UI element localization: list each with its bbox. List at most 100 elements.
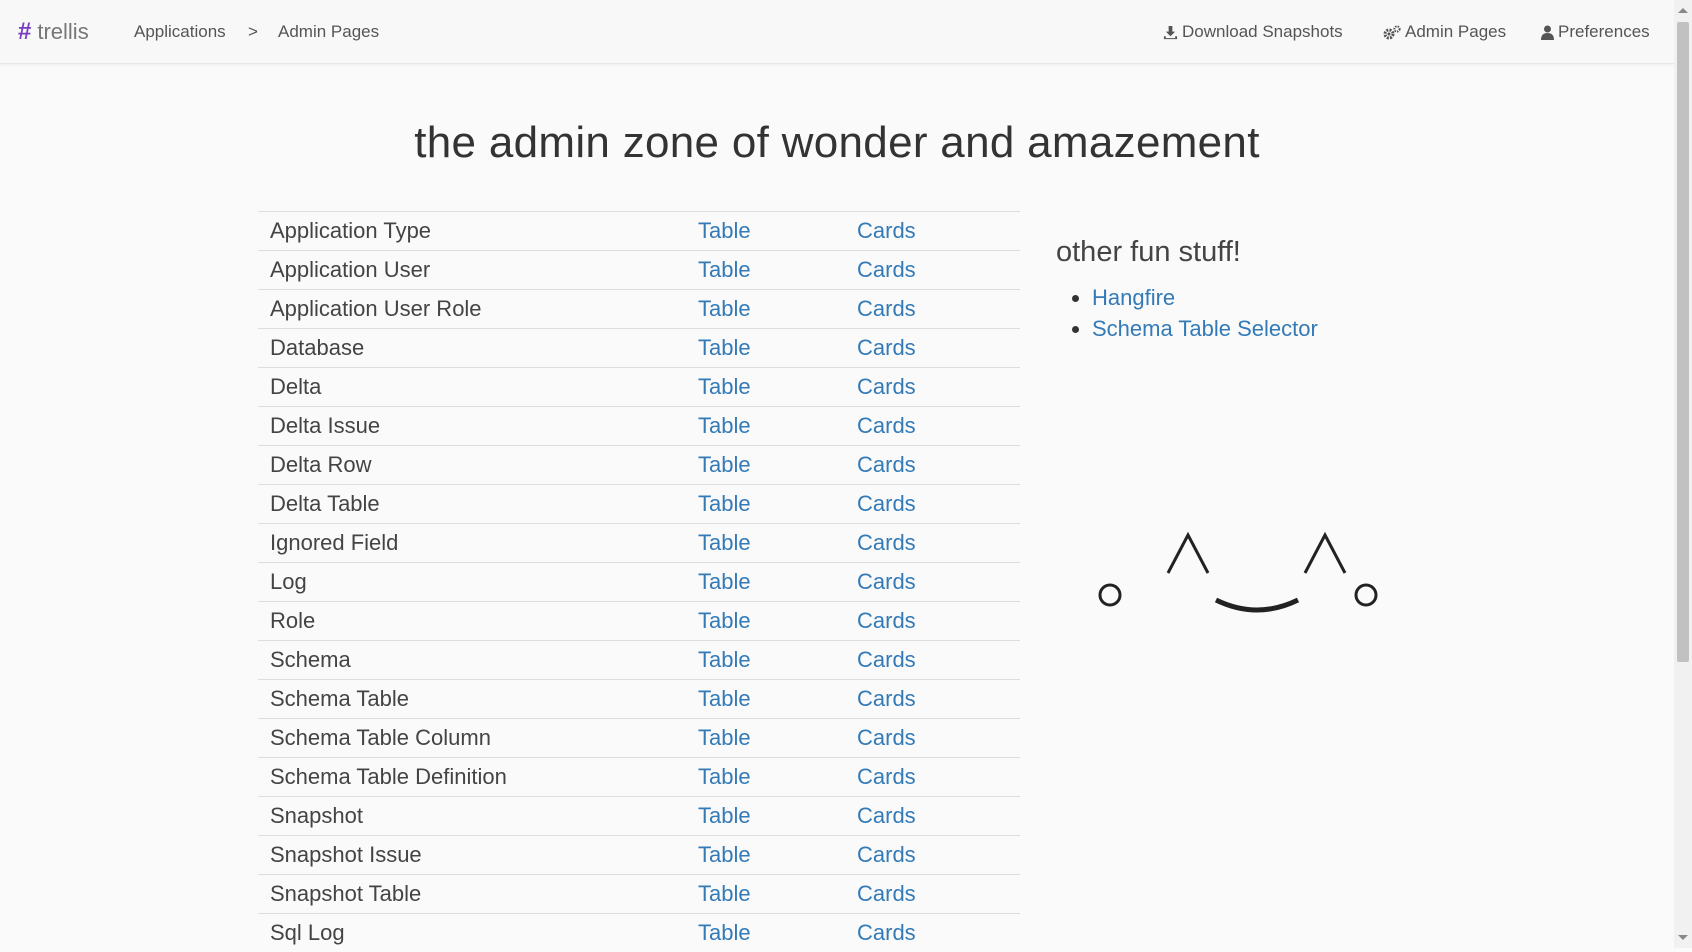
table-row: Snapshot TableTable Cards xyxy=(258,875,1020,914)
entity-name: Log xyxy=(258,563,698,602)
table-row: Application UserTableCards xyxy=(258,251,1020,290)
entity-name: Schema Table Definition xyxy=(258,758,698,797)
entity-name: Application User Role xyxy=(258,290,698,329)
brand-name: trellis xyxy=(37,19,88,45)
table-view-link[interactable]: Table xyxy=(698,569,751,594)
download-snapshots-label: Download Snapshots xyxy=(1182,22,1343,42)
fun-links-list: Hangfire Schema Table Selector xyxy=(1052,282,1318,344)
table-view-link[interactable]: Table xyxy=(698,257,751,282)
brand-logo[interactable]: # trellis xyxy=(18,18,89,46)
cards-view-link[interactable]: Cards xyxy=(857,413,916,438)
preferences-label: Preferences xyxy=(1558,22,1650,42)
table-row: SnapshotTable Cards xyxy=(258,797,1020,836)
cards-view-link[interactable]: Cards xyxy=(857,218,916,243)
table-row: Delta RowTable Cards xyxy=(258,446,1020,485)
cards-view-link[interactable]: Cards xyxy=(857,920,916,945)
list-item: Hangfire xyxy=(1092,282,1318,313)
table-row: Delta IssueTable Cards xyxy=(258,407,1020,446)
table-view-link[interactable]: Table xyxy=(698,530,751,555)
cards-view-link[interactable]: Cards xyxy=(857,725,916,750)
cards-view-link[interactable]: Cards xyxy=(857,257,916,282)
preferences-link[interactable]: Preferences xyxy=(1541,22,1650,42)
table-view-link[interactable]: Table xyxy=(698,725,751,750)
entity-name: Database xyxy=(258,329,698,368)
cards-view-link[interactable]: Cards xyxy=(857,530,916,555)
entity-name: Snapshot Issue xyxy=(258,836,698,875)
entity-name: Delta xyxy=(258,368,698,407)
cards-view-link[interactable]: Cards xyxy=(857,608,916,633)
entity-name: Ignored Field xyxy=(258,524,698,563)
table-row: Schema TableTable Cards xyxy=(258,680,1020,719)
smiley-face-illustration xyxy=(1090,515,1380,625)
table-row: Ignored FieldTable Cards xyxy=(258,524,1020,563)
table-view-link[interactable]: Table xyxy=(698,803,751,828)
table-view-link[interactable]: Table xyxy=(698,218,751,243)
table-view-link[interactable]: Table xyxy=(698,413,751,438)
schema-table-selector-link[interactable]: Schema Table Selector xyxy=(1092,316,1318,341)
sidebar-title: other fun stuff! xyxy=(1056,236,1241,269)
entity-name: Snapshot xyxy=(258,797,698,836)
page-title: the admin zone of wonder and amazement xyxy=(0,118,1674,168)
cards-view-link[interactable]: Cards xyxy=(857,881,916,906)
entity-name: Delta Row xyxy=(258,446,698,485)
cards-view-link[interactable]: Cards xyxy=(857,569,916,594)
cards-view-link[interactable]: Cards xyxy=(857,452,916,477)
entity-name: Snapshot Table xyxy=(258,875,698,914)
entity-name: Application Type xyxy=(258,212,698,251)
admin-entity-table: Application TypeTableCardsApplication Us… xyxy=(258,211,1020,952)
download-icon xyxy=(1163,25,1178,40)
breadcrumb-admin-pages[interactable]: Admin Pages xyxy=(278,22,379,42)
entity-name: Delta Table xyxy=(258,485,698,524)
table-row: RoleTableCards xyxy=(258,602,1020,641)
table-view-link[interactable]: Table xyxy=(698,920,751,945)
cards-view-link[interactable]: Cards xyxy=(857,335,916,360)
breadcrumb-applications[interactable]: Applications xyxy=(134,22,226,42)
table-view-link[interactable]: Table xyxy=(698,686,751,711)
scrollbar-thumb[interactable] xyxy=(1677,22,1689,662)
cards-view-link[interactable]: Cards xyxy=(857,491,916,516)
table-view-link[interactable]: Table xyxy=(698,608,751,633)
scroll-up-icon[interactable] xyxy=(1678,8,1688,13)
table-row: LogTable Cards xyxy=(258,563,1020,602)
vertical-scrollbar[interactable] xyxy=(1674,0,1692,948)
scroll-down-icon[interactable] xyxy=(1678,935,1688,940)
entity-name: Schema Table Column xyxy=(258,719,698,758)
table-view-link[interactable]: Table xyxy=(698,647,751,672)
table-row: Sql LogTable Cards xyxy=(258,914,1020,952)
table-row: Schema Table ColumnTable Cards xyxy=(258,719,1020,758)
table-view-link[interactable]: Table xyxy=(698,296,751,321)
table-view-link[interactable]: Table xyxy=(698,491,751,516)
top-navbar: # trellis Applications > Admin Pages Dow… xyxy=(0,0,1674,64)
table-row: Schema Table DefinitionTable Cards xyxy=(258,758,1020,797)
cards-view-link[interactable]: Cards xyxy=(857,647,916,672)
admin-pages-link[interactable]: Admin Pages xyxy=(1383,22,1506,42)
table-row: DatabaseTable Cards xyxy=(258,329,1020,368)
table-row: Snapshot IssueTable Cards xyxy=(258,836,1020,875)
table-view-link[interactable]: Table xyxy=(698,842,751,867)
table-row: Application TypeTable Cards xyxy=(258,212,1020,251)
cards-view-link[interactable]: Cards xyxy=(857,764,916,789)
cards-view-link[interactable]: Cards xyxy=(857,296,916,321)
entity-name: Delta Issue xyxy=(258,407,698,446)
table-row: Delta TableTable Cards xyxy=(258,485,1020,524)
cards-view-link[interactable]: Cards xyxy=(857,374,916,399)
cogs-icon xyxy=(1383,25,1401,40)
entity-name: Schema Table xyxy=(258,680,698,719)
admin-pages-label: Admin Pages xyxy=(1405,22,1506,42)
cards-view-link[interactable]: Cards xyxy=(857,803,916,828)
table-view-link[interactable]: Table xyxy=(698,881,751,906)
download-snapshots-link[interactable]: Download Snapshots xyxy=(1163,22,1343,42)
table-view-link[interactable]: Table xyxy=(698,764,751,789)
table-view-link[interactable]: Table xyxy=(698,452,751,477)
entity-name: Sql Log xyxy=(258,914,698,952)
list-item: Schema Table Selector xyxy=(1092,313,1318,344)
cards-view-link[interactable]: Cards xyxy=(857,686,916,711)
hash-icon: # xyxy=(18,18,31,46)
table-row: Application User RoleTable Cards xyxy=(258,290,1020,329)
table-view-link[interactable]: Table xyxy=(698,335,751,360)
table-view-link[interactable]: Table xyxy=(698,374,751,399)
hangfire-link[interactable]: Hangfire xyxy=(1092,285,1175,310)
table-row: SchemaTable Cards xyxy=(258,641,1020,680)
entity-name: Schema xyxy=(258,641,698,680)
cards-view-link[interactable]: Cards xyxy=(857,842,916,867)
